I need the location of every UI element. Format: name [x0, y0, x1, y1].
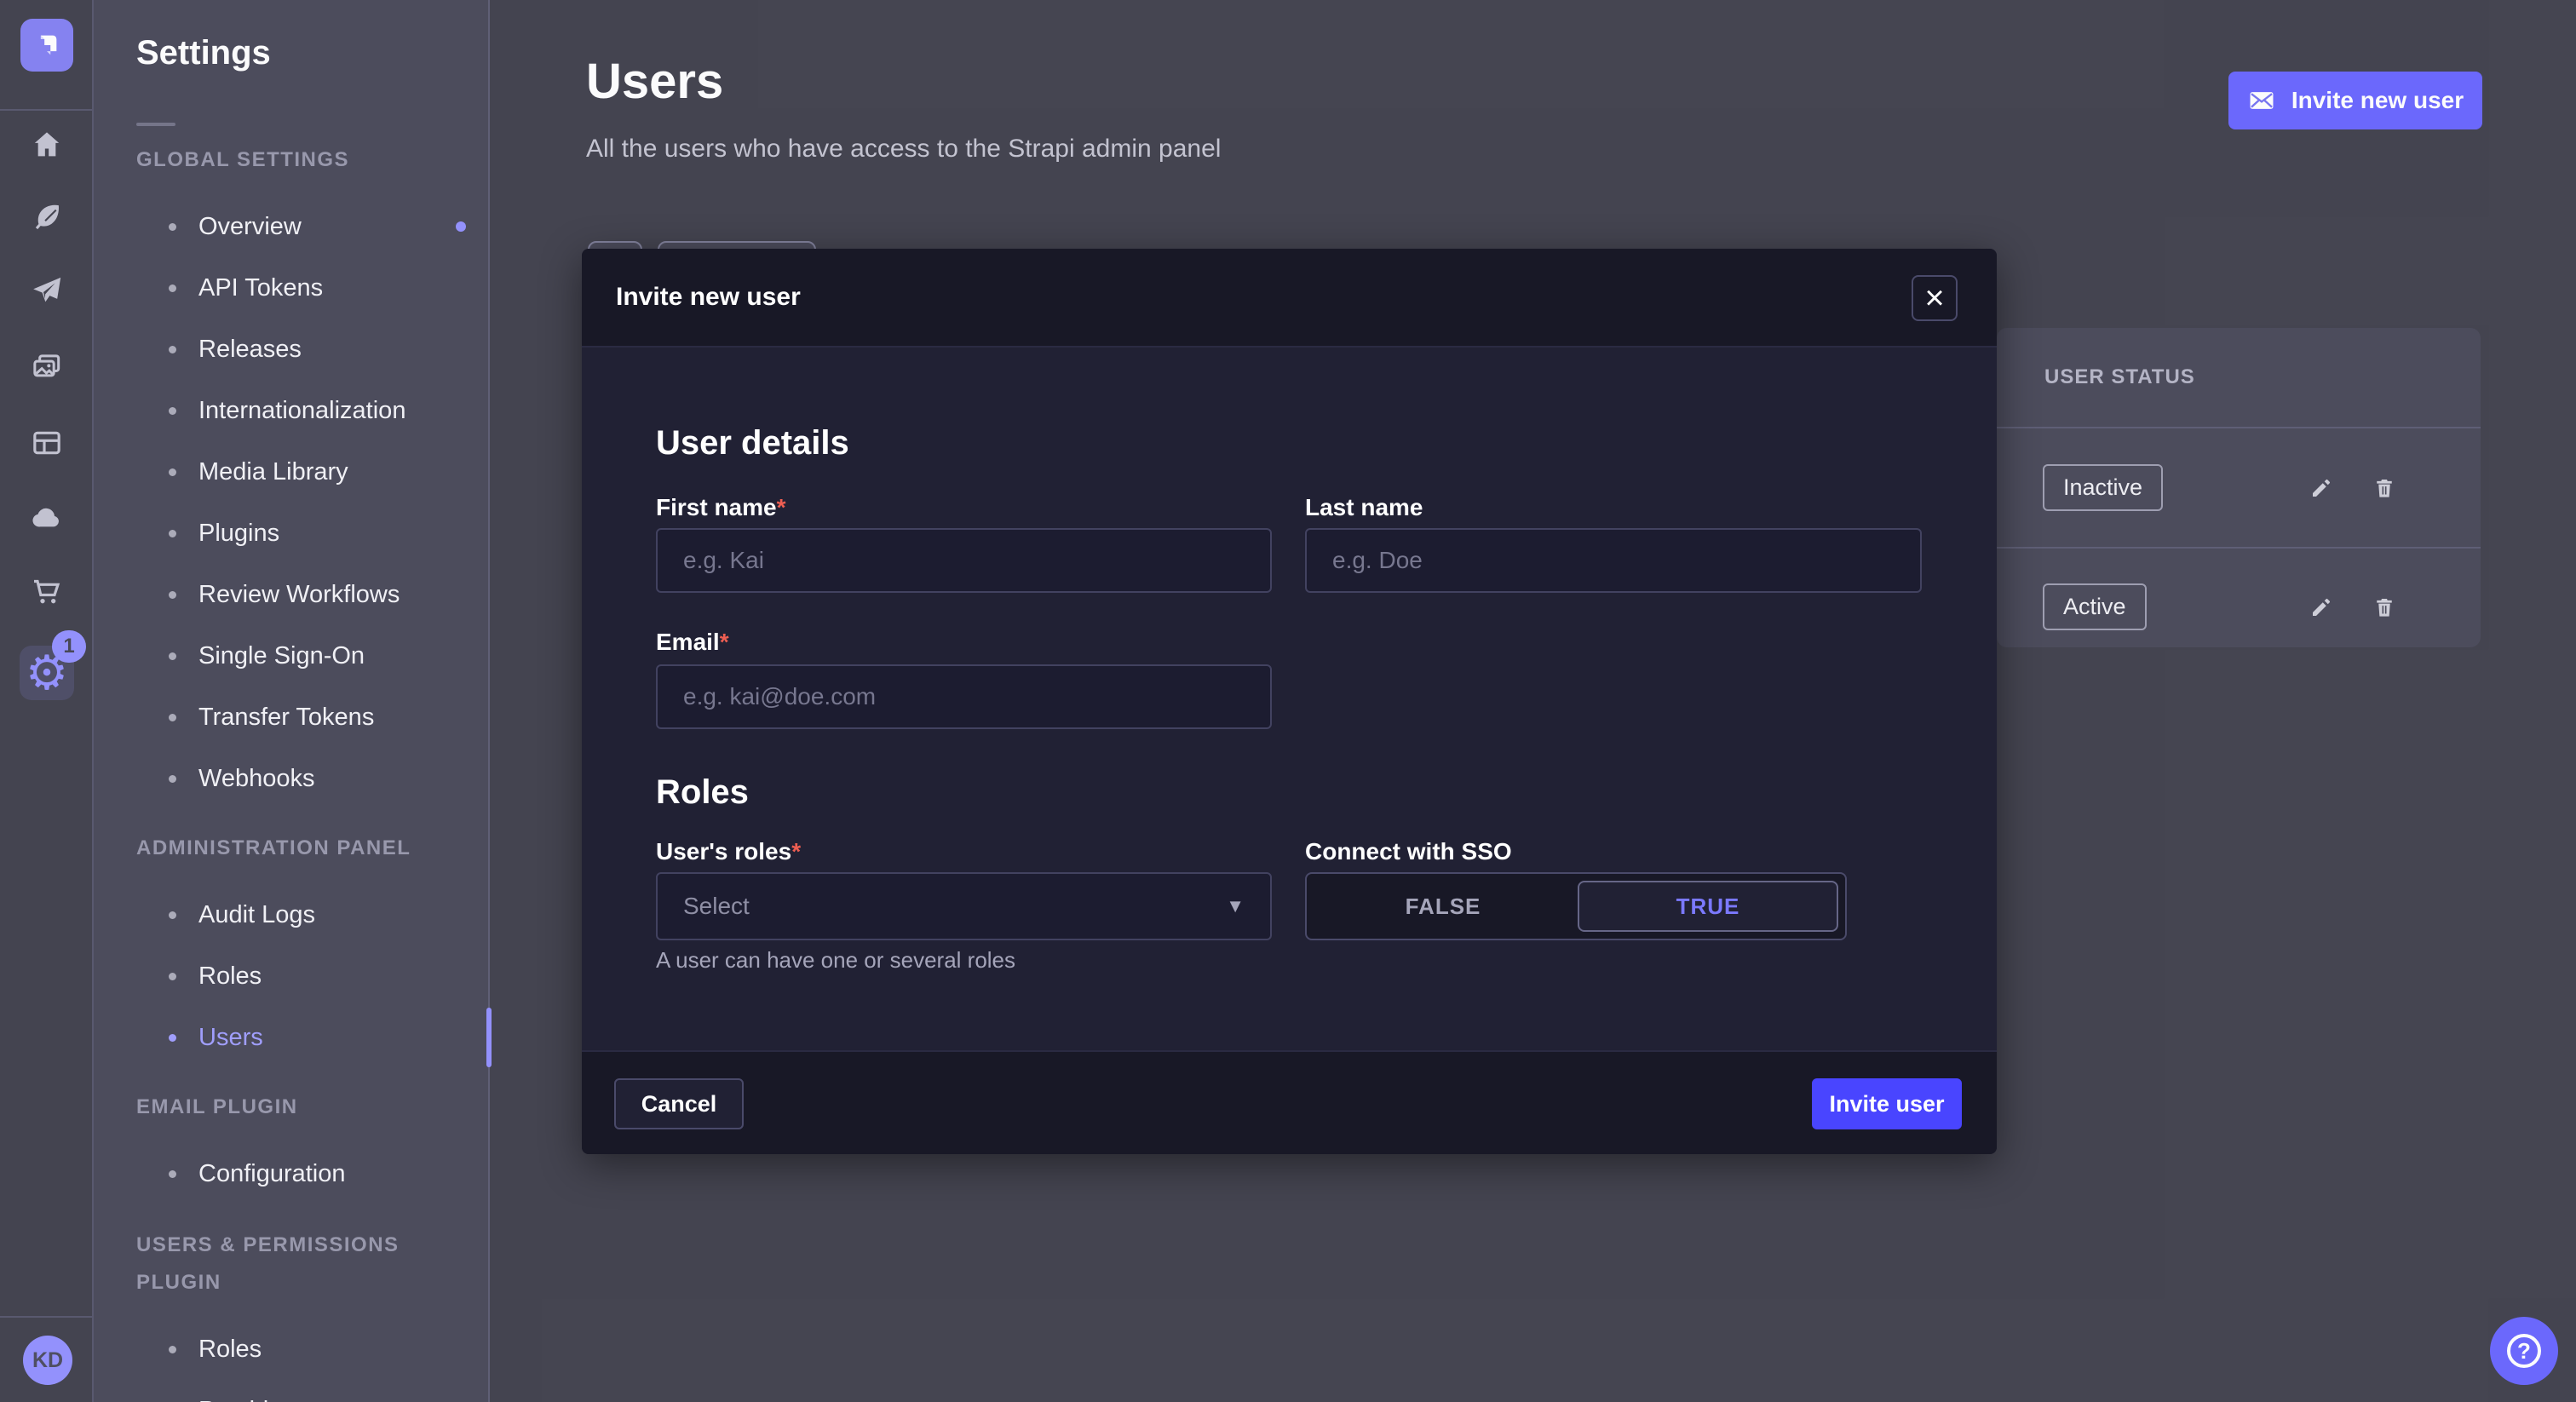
- first-name-input[interactable]: [656, 528, 1272, 593]
- required-asterisk: *: [720, 629, 729, 655]
- close-button[interactable]: [1912, 275, 1958, 321]
- roles-heading: Roles: [656, 773, 749, 812]
- connect-with-sso-label: Connect with SSO: [1305, 838, 1512, 865]
- email-input[interactable]: [656, 664, 1272, 729]
- sso-toggle-true-selected[interactable]: TRUE: [1578, 881, 1838, 932]
- modal-header: Invite new user: [582, 249, 1997, 348]
- chevron-down-icon: [1226, 895, 1245, 917]
- invite-new-user-modal: Invite new user User details First name*…: [582, 249, 1997, 1154]
- modal-footer: Cancel Invite user: [582, 1050, 1997, 1154]
- required-asterisk: *: [791, 838, 801, 865]
- strapi-settings-users-screen: 1 KD Settings GLOBAL SETTINGS Overview A…: [0, 0, 2576, 1402]
- roles-hint: A user can have one or several roles: [656, 947, 1015, 974]
- users-roles-label: User's roles*: [656, 838, 801, 865]
- required-asterisk: *: [777, 494, 786, 520]
- users-roles-select[interactable]: Select: [656, 872, 1272, 940]
- first-name-label: First name*: [656, 494, 786, 521]
- sso-toggle-false[interactable]: FALSE: [1307, 874, 1579, 939]
- modal-title: Invite new user: [616, 249, 801, 346]
- select-placeholder: Select: [683, 893, 750, 920]
- user-details-heading: User details: [656, 424, 849, 463]
- last-name-label: Last name: [1305, 494, 1423, 521]
- invite-user-submit-button[interactable]: Invite user: [1812, 1078, 1962, 1129]
- sso-toggle: FALSE TRUE: [1305, 872, 1847, 940]
- last-name-input[interactable]: [1305, 528, 1922, 593]
- email-label: Email*: [656, 629, 729, 656]
- close-icon: [1924, 281, 1944, 315]
- cancel-button[interactable]: Cancel: [614, 1078, 744, 1129]
